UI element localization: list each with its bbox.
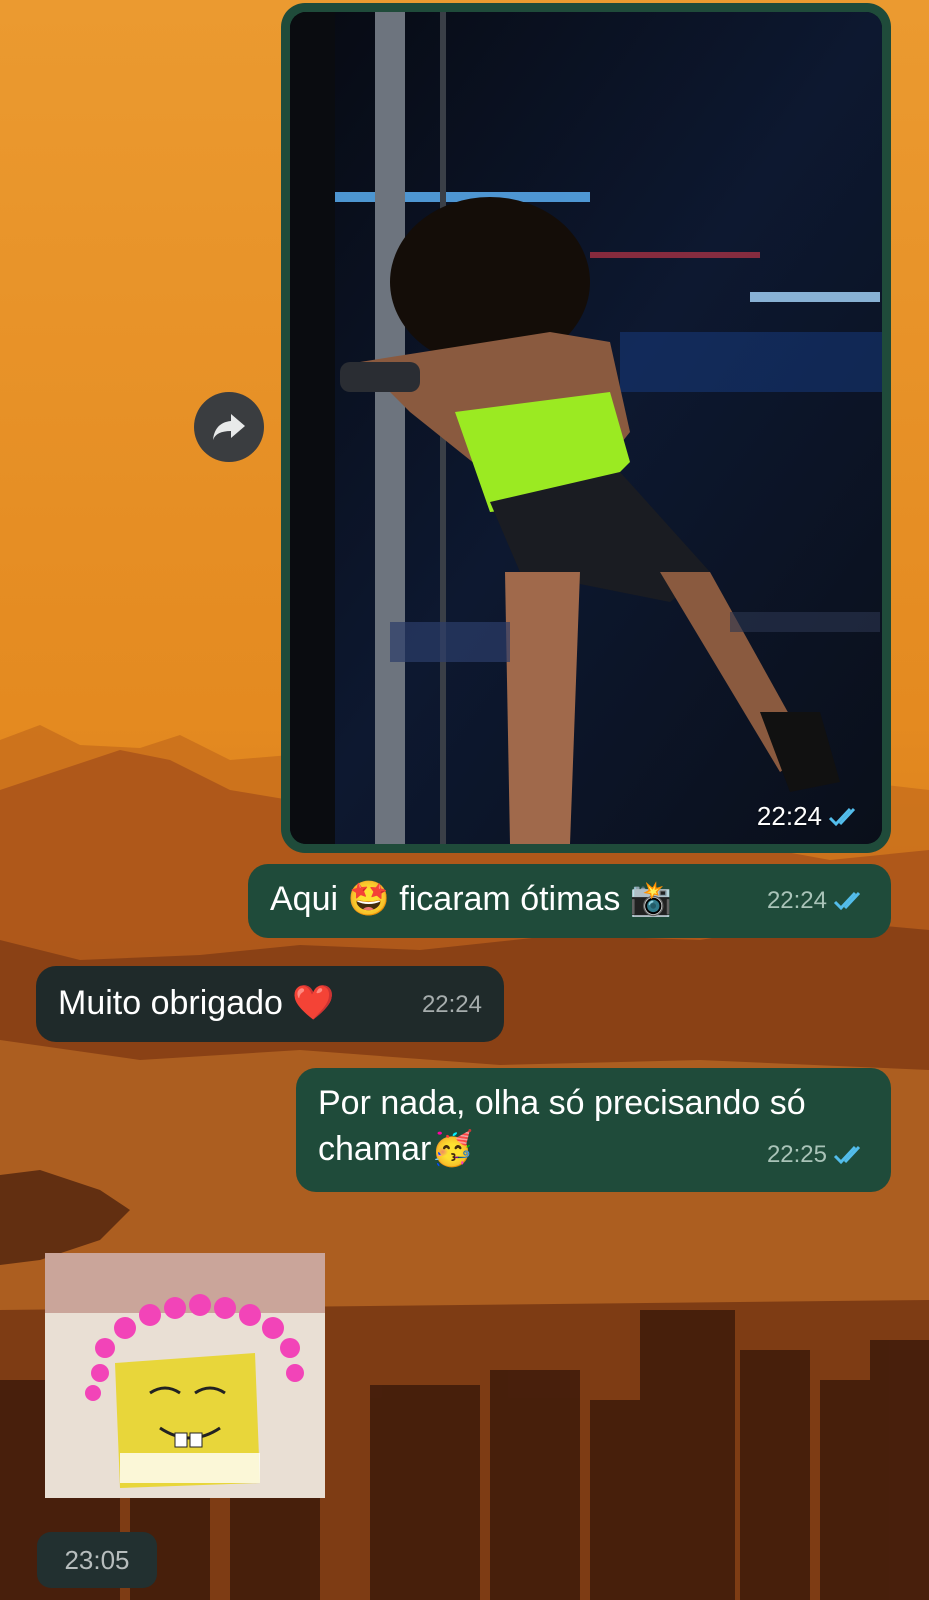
outgoing-message[interactable]: Aqui 🤩 ficaram ótimas 📸 22:24: [248, 864, 891, 938]
message-text: Muito obrigado ❤️: [58, 980, 335, 1026]
message-text-part: chamar: [318, 1130, 432, 1168]
forward-arrow-icon: [213, 414, 245, 440]
message-text-part: Muito obrigado: [58, 984, 293, 1022]
message-text: Aqui 🤩 ficaram ótimas 📸: [270, 876, 672, 922]
message-text: Por nada, olha só precisando só chamar🥳: [318, 1080, 806, 1172]
message-time: 22:25: [766, 1141, 827, 1168]
message-meta: 22:25: [767, 1132, 869, 1178]
incoming-message[interactable]: Muito obrigado ❤️ 22:24: [36, 966, 504, 1042]
sticker-image: [45, 1253, 325, 1498]
message-time: 22:24: [421, 991, 482, 1018]
image-message-bubble[interactable]: 22:24: [281, 3, 891, 853]
message-time: 22:24: [766, 887, 827, 914]
image-timestamp: 22:24: [757, 801, 864, 832]
camera-flash-emoji-icon: 📸: [629, 879, 673, 919]
message-meta: 22:24: [422, 982, 482, 1028]
forward-button[interactable]: [194, 392, 264, 462]
message-text-part: Aqui: [270, 880, 348, 918]
spongebob-sticker[interactable]: [45, 1253, 325, 1498]
red-heart-emoji-icon: ❤️: [292, 983, 335, 1023]
message-meta: 22:24: [767, 878, 869, 924]
sticker-timestamp: 23:05: [37, 1532, 157, 1588]
double-check-icon: [833, 891, 861, 911]
chat-area[interactable]: 22:24 Aqui 🤩 ficaram ótimas 📸 22:24 Muit…: [0, 0, 929, 1600]
message-text-part: ficaram ótimas: [389, 880, 630, 918]
message-line: Por nada, olha só precisando só: [318, 1084, 806, 1122]
photo-content: [290, 12, 882, 844]
outgoing-message[interactable]: Por nada, olha só precisando só chamar🥳 …: [296, 1068, 891, 1192]
image-time-text: 22:24: [756, 801, 822, 831]
gym-photo[interactable]: 22:24: [290, 12, 882, 844]
star-struck-emoji-icon: 🤩: [347, 879, 390, 919]
double-check-icon: [828, 807, 856, 826]
message-line: chamar🥳: [318, 1126, 806, 1172]
partying-face-emoji-icon: 🥳: [431, 1129, 474, 1169]
double-check-icon: [833, 1145, 861, 1165]
